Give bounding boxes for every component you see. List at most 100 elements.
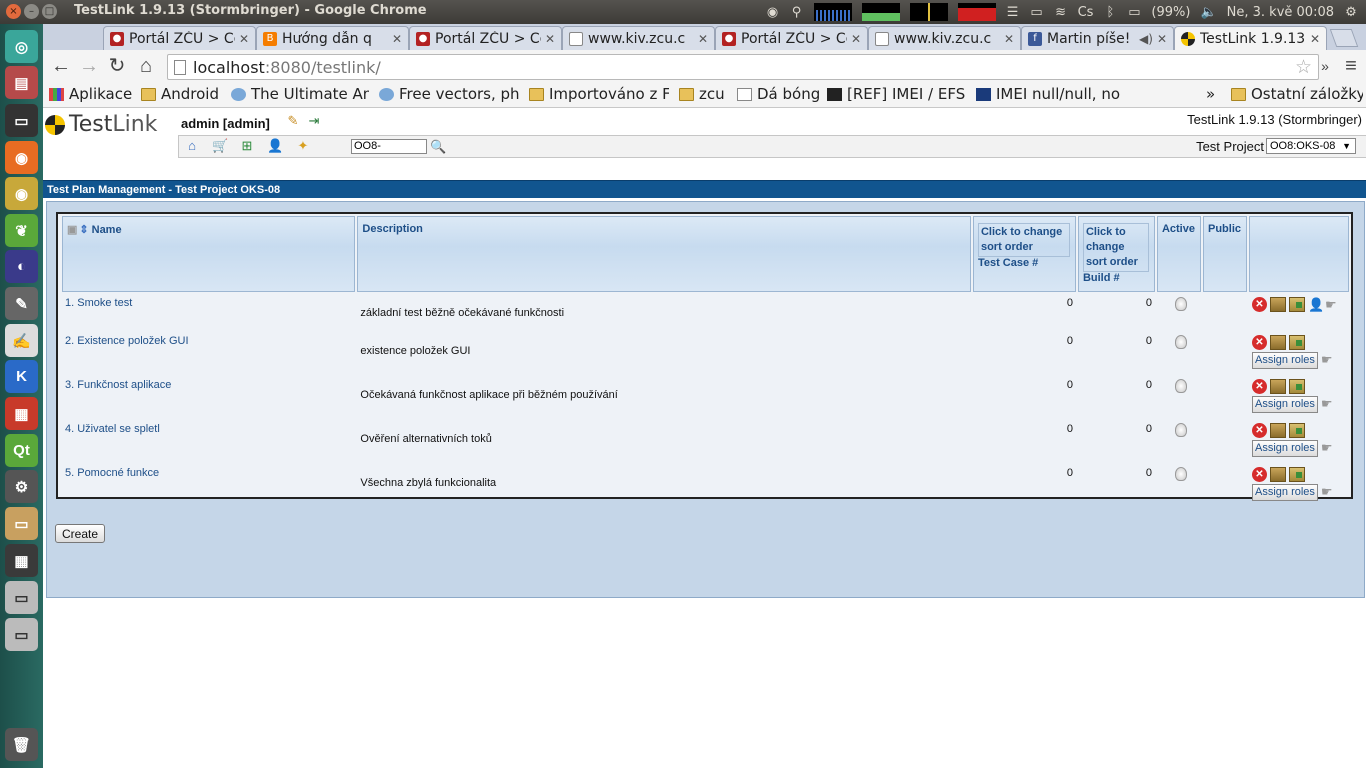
back-icon[interactable]: ← [49,55,73,79]
delete-icon[interactable]: ✕ [1252,379,1267,394]
sort-icon[interactable]: ⇕ [79,224,88,236]
dash-home-icon[interactable]: ◎ [5,30,38,63]
tab-close-icon[interactable]: ✕ [545,32,555,46]
qt-creator-icon[interactable]: Qt [5,434,38,467]
assign-roles-button[interactable]: Assign roles [1252,396,1318,413]
reload-icon[interactable]: ↻ [105,55,129,79]
tab-martin-pise[interactable]: f Martin píše! ◀) ✕ [1021,26,1174,50]
volume-icon[interactable]: 🔈 [1200,5,1216,20]
bookmarks-overflow-button[interactable]: » [1206,85,1220,103]
delete-icon[interactable]: ✕ [1252,297,1267,312]
toggle-all-icon[interactable]: ▣ [67,224,77,236]
search-icon[interactable]: 🔍 [430,139,446,155]
testcase-search-input[interactable]: OO8- [351,139,427,154]
bookmark-zcu[interactable]: zcu [679,85,729,103]
testlink-logo[interactable]: TestLink [45,112,157,137]
active-bulb-icon[interactable] [1174,467,1187,481]
plan-name-link[interactable]: 2. Existence položek GUI [65,335,189,347]
active-bulb-icon[interactable] [1174,423,1187,437]
chrome-tray-icon[interactable]: ◉ [766,5,780,20]
clipboard-icon[interactable]: ▭ [1030,5,1044,20]
import-icon[interactable] [1289,379,1305,394]
delete-icon[interactable]: ✕ [1252,467,1267,482]
tab-kiv-2[interactable]: www.kiv.zcu.c ✕ [868,26,1021,50]
new-tab-button[interactable] [1329,29,1359,47]
window-maximize-icon[interactable]: □ [42,4,57,19]
tab-huong-dan[interactable]: B Hướng dẫn q ✕ [256,26,409,50]
bookmark-star-icon[interactable]: ☆ [1295,56,1312,79]
cart-icon[interactable]: 🛒 [212,138,228,154]
assign-roles-button[interactable]: Assign roles [1252,352,1318,369]
paperclip-icon[interactable]: ⚲ [790,5,804,20]
column-test-cases[interactable]: Click to change sort order Test Case # [972,216,1076,292]
column-builds[interactable]: Click to change sort order Build # [1077,216,1155,292]
assign-roles-button[interactable]: Assign roles [1252,484,1318,501]
hand-icon[interactable]: ☛ [1321,396,1339,411]
import-icon[interactable] [1289,335,1305,350]
tab-close-icon[interactable]: ✕ [239,32,249,46]
other-bookmarks[interactable]: Ostatní záložky [1231,85,1363,103]
chrome-icon[interactable]: ◉ [5,177,38,210]
audio-icon[interactable]: ◀) [1139,32,1153,46]
tab-close-icon[interactable]: ✕ [1310,32,1320,46]
battery-icon[interactable]: ▭ [1127,5,1141,20]
delete-icon[interactable]: ✕ [1252,423,1267,438]
plan-name-link[interactable]: 4. Uživatel se spletl [65,423,160,435]
bookmark-free-vectors[interactable]: Free vectors, pho [379,85,519,103]
text-editor-icon[interactable]: ✍ [5,324,38,357]
settings-icon[interactable]: ⚙ [5,470,38,503]
home-icon[interactable]: ⌂ [134,55,158,79]
bookmark-importovano[interactable]: Importováno z Fi [529,85,669,103]
plan-name-link[interactable]: 5. Pomocné funkce [65,467,159,479]
test-project-select[interactable]: OO8:OKS-08 ▼ [1266,138,1356,154]
bluetooth-icon[interactable]: ᛒ [1103,5,1117,20]
bookmark-aplikace[interactable]: Aplikace [49,85,133,103]
tab-portal-2[interactable]: ● Portál ZČU > Co ✕ [409,26,562,50]
plan-name-link[interactable]: 3. Funkčnost aplikace [65,379,171,391]
terminal-icon[interactable]: ▭ [5,104,38,137]
bookmark-imei-null[interactable]: IMEI null/null, no [976,85,1148,103]
workspace-icon[interactable]: ▦ [5,544,38,577]
window-minimize-icon[interactable]: – [24,4,39,19]
hand-icon[interactable]: ☛ [1321,484,1339,499]
extensions-overflow-icon[interactable]: » [1313,55,1337,79]
tab-close-icon[interactable]: ✕ [392,32,402,46]
forward-icon[interactable]: → [77,55,101,79]
delete-icon[interactable]: ✕ [1252,335,1267,350]
tab-close-icon[interactable]: ✕ [1004,32,1014,46]
cs-icon[interactable]: Cs [1078,5,1094,20]
column-name[interactable]: ▣ ⇕ Name [62,216,356,292]
hand-icon[interactable]: ☛ [1321,352,1339,367]
build-sort-toggle[interactable]: Click to change sort order [1082,223,1149,272]
create-test-plan-button[interactable]: Create [55,524,106,543]
firefox-icon[interactable]: ◉ [5,141,38,174]
bookmark-xda-imei[interactable]: [REF] IMEI / EFS - [827,85,967,103]
user-management-icon[interactable]: 👤 [267,138,283,154]
export-icon[interactable] [1270,335,1286,350]
events-icon[interactable]: ✦ [295,138,311,154]
export-icon[interactable] [1270,423,1286,438]
power-icon[interactable]: ⚙ [1344,5,1358,20]
tab-close-icon[interactable]: ✕ [698,32,708,46]
files-icon[interactable]: ▤ [5,66,38,99]
hand-icon[interactable]: ☛ [1325,297,1343,312]
tab-close-icon[interactable]: ✕ [1157,32,1167,46]
gimp-icon[interactable]: ✎ [5,287,38,320]
bookmark-ultimate-android[interactable]: The Ultimate And [231,85,369,103]
logout-icon[interactable]: ⇥ [306,113,322,129]
bookmark-android[interactable]: Android [141,85,223,103]
chrome-menu-icon[interactable]: ≡ [1339,55,1363,79]
page-info-icon[interactable] [174,60,186,75]
archive-icon[interactable]: ▭ [5,507,38,540]
wifi-icon[interactable]: ≋ [1054,5,1068,20]
import-icon[interactable] [1289,467,1305,482]
tree-icon[interactable]: ⊞ [239,138,255,154]
window-close-icon[interactable]: × [6,4,21,19]
active-bulb-icon[interactable] [1174,379,1187,393]
plan-name-link[interactable]: 1. Smoke test [65,297,132,309]
trash-icon[interactable]: 🗑 [5,728,38,761]
address-bar[interactable]: localhost:8080/testlink/ ☆ [167,54,1319,80]
tc-sort-toggle[interactable]: Click to change sort order [977,223,1070,257]
active-bulb-icon[interactable] [1174,297,1187,311]
tab-close-icon[interactable]: ✕ [851,32,861,46]
